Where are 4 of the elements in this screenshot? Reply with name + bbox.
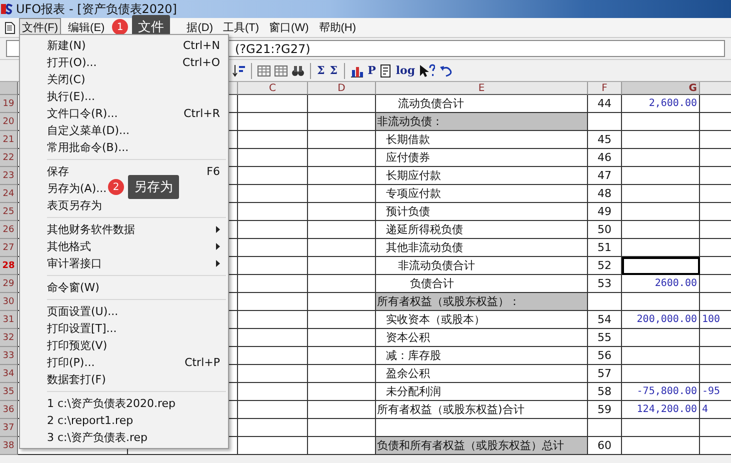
tooltip: 另存为: [128, 175, 179, 199]
step-badge: 1: [112, 19, 128, 35]
step-badge: 2: [108, 179, 124, 195]
window-title: UFO报表 - [资产负债表2020]: [16, 0, 177, 18]
